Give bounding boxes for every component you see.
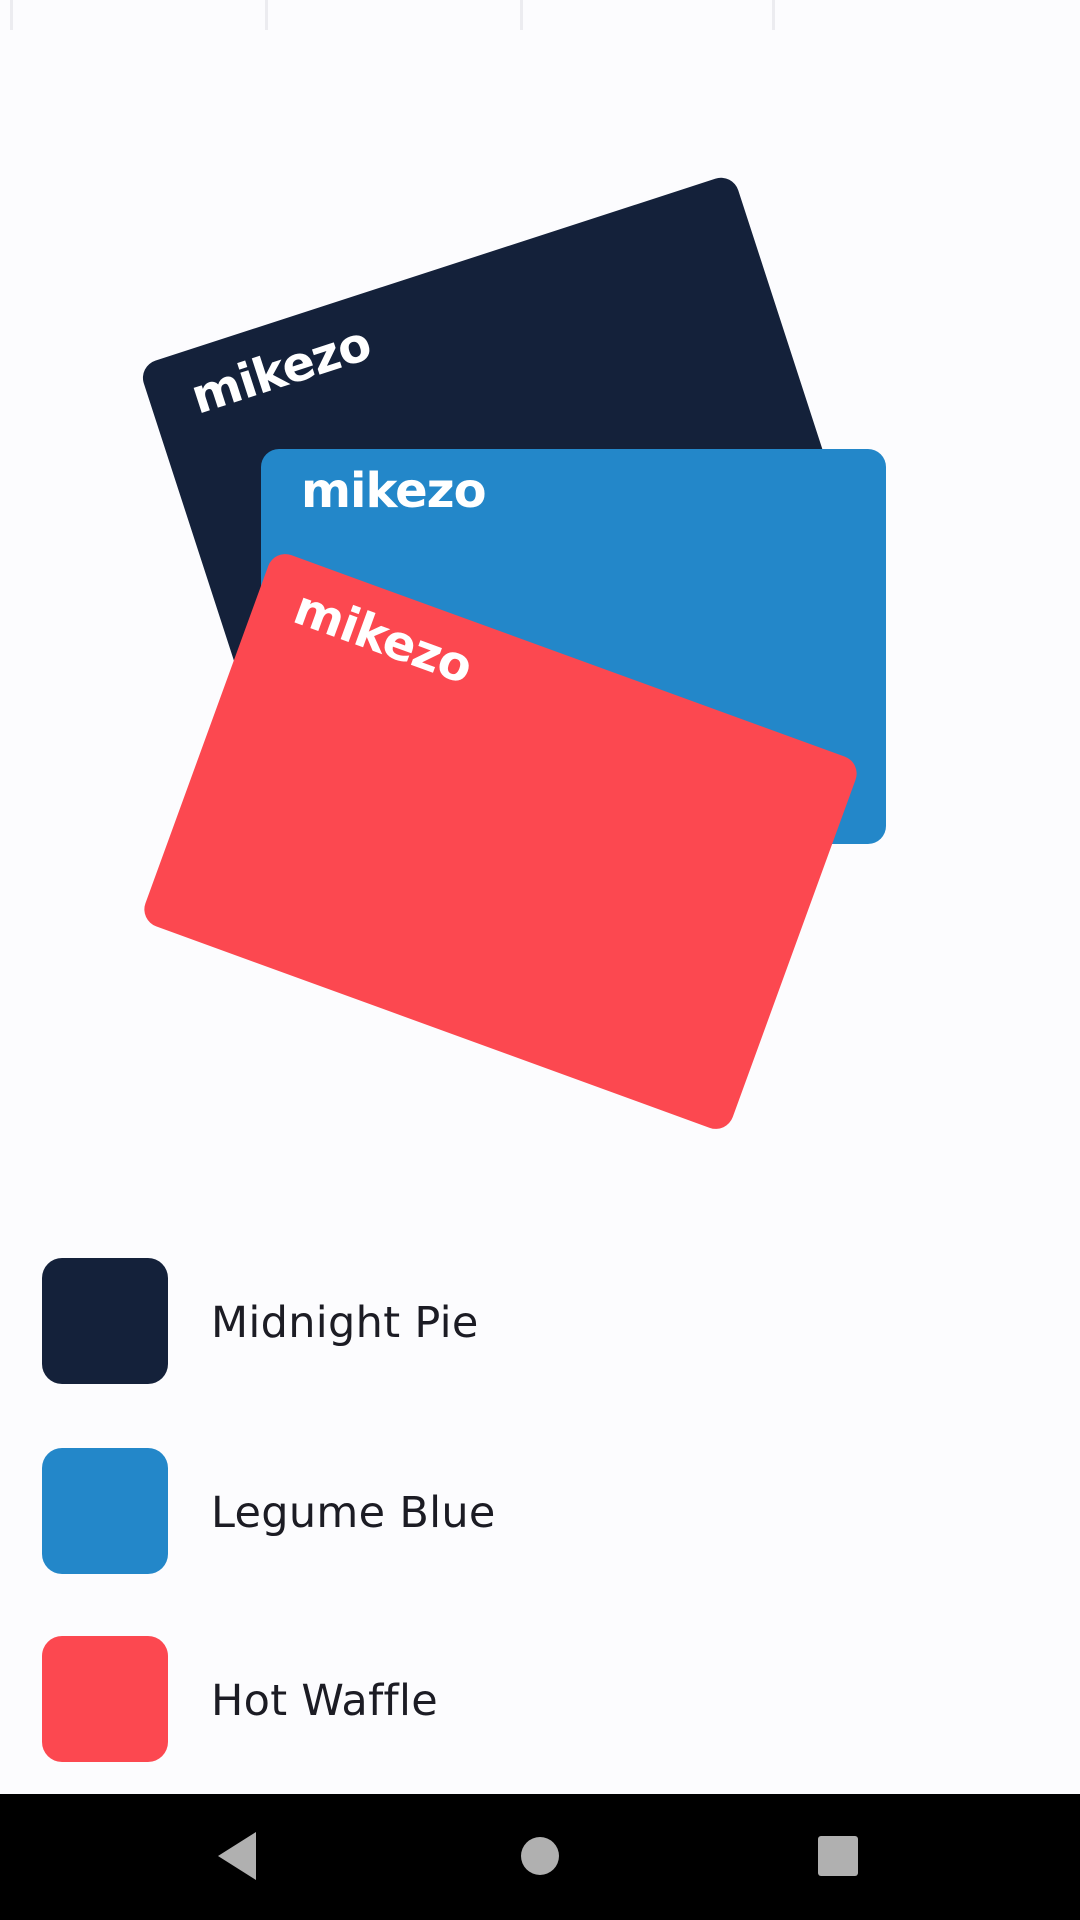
status-divider [10,0,13,30]
color-label: Hot Waffle [211,1676,438,1726]
status-divider [520,0,523,30]
color-option-legume-blue[interactable]: Legume Blue [0,1448,1080,1574]
color-label: Legume Blue [211,1488,496,1538]
color-swatch [42,1636,168,1762]
color-option-midnight-pie[interactable]: Midnight Pie [0,1258,1080,1384]
card-brand: mikezo [301,463,487,519]
status-bar [0,0,1080,40]
recents-square-icon [818,1836,858,1876]
card-brand: mikezo [184,315,378,426]
back-button[interactable] [178,1794,298,1920]
back-triangle-icon [218,1832,256,1880]
color-swatch [42,1448,168,1574]
home-circle-icon [521,1837,559,1875]
color-label: Midnight Pie [211,1298,479,1348]
status-divider [265,0,268,30]
home-button[interactable] [480,1794,600,1920]
app-screen: mikezo mikezo mikezo Midnight Pie Legume… [0,0,1080,1920]
color-swatch [42,1258,168,1384]
navigation-bar [0,1794,1080,1920]
color-option-hot-waffle[interactable]: Hot Waffle [0,1636,1080,1762]
card-stack: mikezo mikezo mikezo [0,160,1080,1134]
status-divider [772,0,775,30]
recents-button[interactable] [778,1794,898,1920]
